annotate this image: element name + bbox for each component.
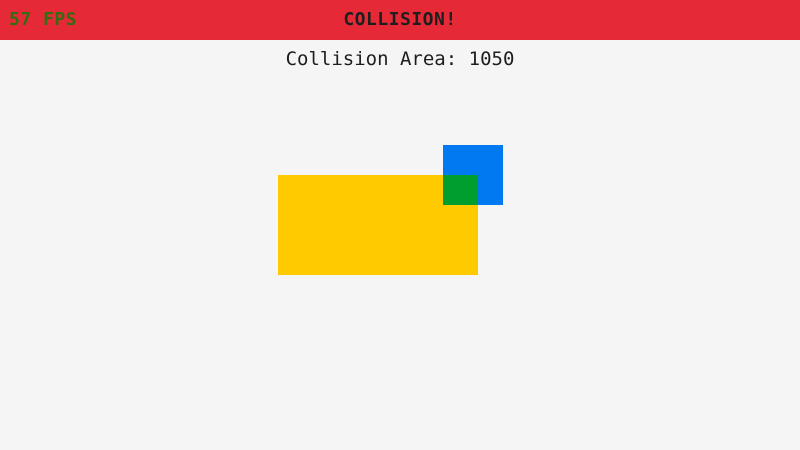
collision-area-label: Collision Area:: [285, 48, 469, 70]
collision-area-value: 1050: [468, 48, 515, 70]
collision-area-readout: Collision Area: 1050: [0, 47, 800, 71]
collision-banner: 57 FPS COLLISION!: [0, 0, 800, 40]
game-canvas: 57 FPS COLLISION! Collision Area: 1050: [0, 0, 800, 450]
collision-status: COLLISION!: [343, 9, 457, 30]
overlap-region: [443, 175, 478, 205]
